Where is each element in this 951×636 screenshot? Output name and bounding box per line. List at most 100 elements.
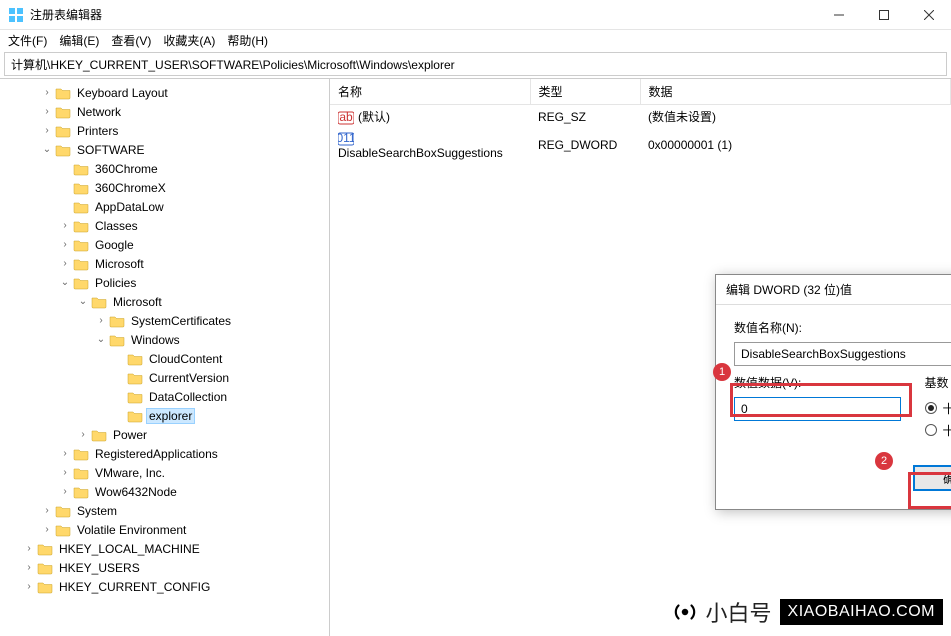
tree-node-systemcertificates[interactable]: ›SystemCertificates (0, 311, 329, 330)
chevron-right-icon[interactable]: › (76, 428, 90, 442)
tree-label: 360ChromeX (92, 180, 169, 196)
tree-label: Volatile Environment (74, 522, 189, 538)
menu-favorites[interactable]: 收藏夹(A) (163, 32, 215, 49)
tree-label: Microsoft (92, 256, 147, 272)
tree-label: Wow6432Node (92, 484, 180, 500)
tree-label: Microsoft (110, 294, 165, 310)
svg-text:011: 011 (338, 132, 354, 145)
tree-label: Windows (128, 332, 183, 348)
tree-label: Network (74, 104, 124, 120)
value-name: (默认) (358, 110, 390, 124)
tree-node-hkey-current-config[interactable]: › HKEY_CURRENT_CONFIG (0, 577, 329, 596)
tree-node-google[interactable]: › Google (0, 235, 329, 254)
spacer (112, 352, 126, 366)
col-type[interactable]: 类型 (530, 79, 640, 105)
ok-button[interactable]: 确定 (913, 465, 951, 491)
tree-label: System (74, 503, 120, 519)
chevron-right-icon[interactable]: › (22, 580, 36, 594)
tree-node-software[interactable]: ⌄SOFTWARE (0, 140, 329, 159)
spacer (58, 162, 72, 176)
col-name[interactable]: 名称 (330, 79, 530, 105)
menu-edit[interactable]: 编辑(E) (59, 32, 99, 49)
chevron-down-icon[interactable]: ⌄ (94, 333, 108, 347)
tree-node-vmware-inc-[interactable]: ›VMware, Inc. (0, 463, 329, 482)
spacer (112, 409, 126, 423)
chevron-right-icon[interactable]: › (58, 485, 72, 499)
address-bar[interactable]: 计算机\HKEY_CURRENT_USER\SOFTWARE\Policies\… (4, 52, 947, 76)
menu-file[interactable]: 文件(F) (8, 32, 47, 49)
value-data-input[interactable] (734, 397, 901, 421)
tree-node-360chromex[interactable]: 360ChromeX (0, 178, 329, 197)
menu-help[interactable]: 帮助(H) (227, 32, 268, 49)
tree-node-power[interactable]: ›Power (0, 425, 329, 444)
tree-node-appdatalow[interactable]: AppDataLow (0, 197, 329, 216)
menu-bar: 文件(F) 编辑(E) 查看(V) 收藏夹(A) 帮助(H) (0, 30, 951, 50)
tree-node-network[interactable]: › Network (0, 102, 329, 121)
col-data[interactable]: 数据 (640, 79, 951, 105)
tree-node-policies[interactable]: ⌄Policies (0, 273, 329, 292)
value-data: 0x00000001 (1) (640, 128, 951, 163)
tree-node-wow6432node[interactable]: › Wow6432Node (0, 482, 329, 501)
chevron-right-icon[interactable]: › (40, 124, 54, 138)
menu-view[interactable]: 查看(V) (111, 32, 151, 49)
tree-label: RegisteredApplications (92, 446, 221, 462)
chevron-right-icon[interactable]: › (94, 314, 108, 328)
value-row[interactable]: 011DisableSearchBoxSuggestionsREG_DWORD0… (330, 128, 951, 163)
chevron-right-icon[interactable]: › (22, 542, 36, 556)
broadcast-icon (672, 599, 698, 625)
tree-node-currentversion[interactable]: CurrentVersion (0, 368, 329, 387)
tree-node-windows[interactable]: ⌄ Windows (0, 330, 329, 349)
chevron-right-icon[interactable]: › (58, 466, 72, 480)
tree-node-microsoft[interactable]: ⌄ Microsoft (0, 292, 329, 311)
chevron-right-icon[interactable]: › (58, 447, 72, 461)
tree-node-printers[interactable]: ›Printers (0, 121, 329, 140)
close-button[interactable] (906, 0, 951, 30)
tree-node-registeredapplications[interactable]: › RegisteredApplications (0, 444, 329, 463)
tree-node-keyboard-layout[interactable]: › Keyboard Layout (0, 83, 329, 102)
chevron-right-icon[interactable]: › (58, 257, 72, 271)
tree-label: AppDataLow (92, 199, 167, 215)
app-icon (8, 7, 24, 23)
tree-label: Classes (92, 218, 141, 234)
window-title: 注册表编辑器 (30, 6, 816, 23)
minimize-button[interactable] (816, 0, 861, 30)
tree-node-classes[interactable]: › Classes (0, 216, 329, 235)
tree-node-cloudcontent[interactable]: CloudContent (0, 349, 329, 368)
value-type: REG_SZ (530, 105, 640, 129)
chevron-right-icon[interactable]: › (58, 219, 72, 233)
tree-node-360chrome[interactable]: 360Chrome (0, 159, 329, 178)
chevron-right-icon[interactable]: › (40, 86, 54, 100)
tree-label: Google (92, 237, 137, 253)
value-list[interactable]: 名称 类型 数据 ab(默认)REG_SZ(数值未设置)011DisableSe… (330, 79, 951, 636)
value-row[interactable]: ab(默认)REG_SZ(数值未设置) (330, 105, 951, 129)
tree-label: Keyboard Layout (74, 85, 171, 101)
tree-node-datacollection[interactable]: DataCollection (0, 387, 329, 406)
tree-label: explorer (146, 408, 195, 424)
chevron-down-icon[interactable]: ⌄ (58, 276, 72, 290)
tree-node-hkey-local-machine[interactable]: ›HKEY_LOCAL_MACHINE (0, 539, 329, 558)
chevron-right-icon[interactable]: › (40, 504, 54, 518)
tree-label: DataCollection (146, 389, 230, 405)
radio-dec[interactable]: 十进制(D) (925, 419, 951, 441)
value-name-input[interactable] (734, 342, 951, 366)
tree-label: 360Chrome (92, 161, 161, 177)
tree-node-microsoft[interactable]: › Microsoft (0, 254, 329, 273)
tree-label: HKEY_CURRENT_CONFIG (56, 579, 213, 595)
value-data: (数值未设置) (640, 105, 951, 129)
tree-node-hkey-users[interactable]: › HKEY_USERS (0, 558, 329, 577)
spacer (58, 200, 72, 214)
tree-node-system[interactable]: › System (0, 501, 329, 520)
tree-node-explorer[interactable]: explorer (0, 406, 329, 425)
chevron-right-icon[interactable]: › (40, 105, 54, 119)
maximize-button[interactable] (861, 0, 906, 30)
value-name-label: 数值名称(N): (734, 319, 951, 336)
chevron-down-icon[interactable]: ⌄ (76, 295, 90, 309)
chevron-right-icon[interactable]: › (22, 561, 36, 575)
tree-view[interactable]: › Keyboard Layout › Network›Printers⌄SOFTWA… (0, 79, 330, 636)
chevron-right-icon[interactable]: › (40, 523, 54, 537)
radio-hex[interactable]: 十六进制(H) (925, 397, 951, 419)
tree-node-volatile-environment[interactable]: › Volatile Environment (0, 520, 329, 539)
tree-label: HKEY_USERS (56, 560, 143, 576)
chevron-right-icon[interactable]: › (58, 238, 72, 252)
chevron-down-icon[interactable]: ⌄ (40, 143, 54, 157)
